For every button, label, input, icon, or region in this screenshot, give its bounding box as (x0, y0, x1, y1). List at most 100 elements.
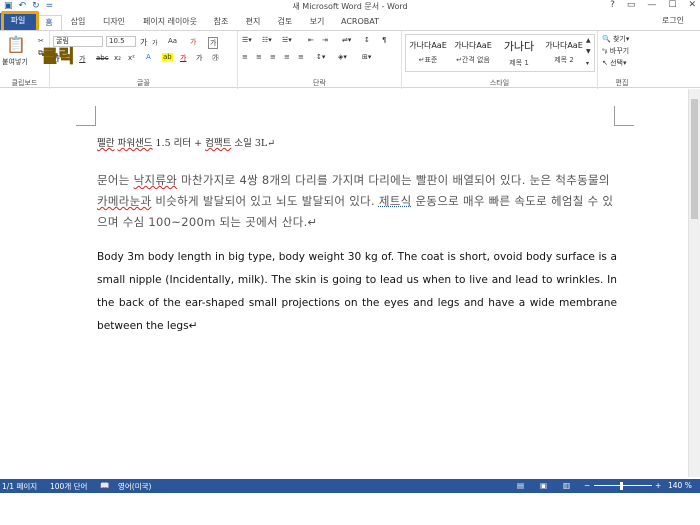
increase-indent-icon[interactable]: ⇥ (322, 36, 328, 44)
style-sample: 가나다 (503, 40, 535, 53)
clipboard-group-label: 클립보드 (11, 79, 38, 87)
paragraph-group-label: 단락 (313, 79, 326, 87)
doc-text: 비슷하게 발달되어 있고 뇌도 발달되어 있다. (151, 194, 379, 208)
asian-layout-icon[interactable]: ⇌▾ (342, 36, 351, 44)
vertical-scrollbar[interactable] (688, 89, 700, 477)
scrollbar-thumb[interactable] (691, 99, 698, 219)
find-button[interactable]: 🔍 찾기▾ (602, 34, 629, 44)
maximize-icon[interactable]: ☐ (668, 0, 676, 10)
style-heading-1[interactable]: 가나다 제목 1 (496, 35, 542, 71)
justify-icon[interactable]: ≡ (284, 53, 290, 61)
borders-icon[interactable]: ⊞▾ (362, 53, 371, 61)
tab-view[interactable]: 보기 (306, 15, 328, 30)
style-name: ↵표준 (418, 56, 438, 64)
word-count[interactable]: 100개 단어 (50, 481, 87, 492)
click-annotation: 클릭 (41, 47, 76, 68)
text-effects-icon[interactable]: A (146, 53, 151, 61)
shrink-font-button[interactable]: 가 (152, 38, 158, 47)
style-normal[interactable]: 가나다AaE ↵표준 (406, 35, 450, 71)
zoom-level[interactable]: 140 % (668, 481, 692, 490)
strikethrough-button[interactable]: abc (96, 54, 109, 62)
style-no-spacing[interactable]: 가나다AaE ↵간격 없음 (450, 35, 496, 71)
show-marks-icon[interactable]: ¶ (382, 36, 386, 44)
close-icon[interactable]: ✕ (688, 0, 696, 10)
tab-design[interactable]: 디자인 (98, 15, 130, 30)
numbering-icon[interactable]: ☷▾ (262, 36, 272, 44)
select-icon: ↖ (602, 59, 608, 67)
font-size-combo[interactable]: 10.5 (106, 36, 136, 47)
enclose-char-icon[interactable]: ㉮ (212, 53, 219, 63)
page-count[interactable]: 1/1 페이지 (2, 481, 37, 492)
tab-acrobat[interactable]: ACROBAT (338, 15, 382, 30)
align-right-icon[interactable]: ≡ (270, 53, 276, 61)
tab-home[interactable]: 홈 (36, 15, 62, 30)
replace-label: 바꾸기 (609, 47, 630, 55)
align-center-icon[interactable]: ≡ (256, 53, 262, 61)
line-spacing-icon[interactable]: ↕▾ (316, 53, 325, 61)
decrease-indent-icon[interactable]: ⇤ (308, 36, 314, 44)
sort-icon[interactable]: ↕ (364, 36, 370, 44)
find-label: 찾기 (612, 35, 626, 43)
multilevel-list-icon[interactable]: ☱▾ (282, 36, 292, 44)
paste-button[interactable]: 붙여넣기 (2, 57, 28, 67)
paragraph-group: ☰▾ ☷▾ ☱▾ ⇤ ⇥ ⇌▾ ↕ ¶ ≡ ≡ ≡ ≡ ≡ ↕▾ ◈▾ ⊞▾ 단… (238, 31, 402, 89)
underline-button[interactable]: 가 (79, 54, 85, 64)
style-sample: 가나다AaE (454, 41, 492, 50)
misspelled-word: 컴팩트 (205, 138, 232, 149)
zoom-in-icon[interactable]: + (655, 481, 661, 490)
grow-font-button[interactable]: 가 (140, 37, 147, 48)
zoom-out-icon[interactable]: − (584, 481, 590, 490)
gallery-down-icon[interactable]: ▼ (586, 48, 591, 55)
minimize-icon[interactable]: — (647, 0, 656, 10)
style-name: 제목 1 (509, 59, 529, 67)
tab-mailings[interactable]: 편지 (242, 15, 264, 30)
font-group-label: 글꼴 (137, 79, 150, 87)
align-left-icon[interactable]: ≡ (242, 53, 248, 61)
style-sample: 가나다AaE (545, 41, 583, 50)
replace-button[interactable]: ᵃᵦ 바꾸기 (602, 46, 629, 56)
proofing-icon[interactable]: 📖 (100, 481, 109, 490)
highlight-color-icon[interactable]: ab (162, 53, 173, 61)
misspelled-word: 파워샌드 (117, 138, 153, 149)
tab-references[interactable]: 참조 (210, 15, 232, 30)
ribbon-display-icon[interactable]: ▭ (627, 0, 636, 10)
font-color-icon[interactable]: 가 (180, 53, 186, 63)
zoom-slider-thumb[interactable] (620, 482, 624, 490)
subscript-button[interactable]: x₂ (114, 54, 121, 62)
superscript-button[interactable]: x² (128, 54, 135, 62)
doc-paragraph-english[interactable]: Body 3m body length in big type, body we… (97, 246, 617, 338)
web-layout-icon[interactable]: ▥ (563, 481, 570, 490)
doc-text: 마찬가지로 4쌍 8개의 다리를 가지며 다리에는 빨판이 배열되어 있다. 눈… (177, 173, 610, 187)
tab-review[interactable]: 검토 (274, 15, 296, 30)
char-border-button[interactable]: 가 (208, 37, 219, 49)
styles-gallery[interactable]: 가나다AaE ↵표준 가나다AaE ↵간격 없음 가나다 제목 1 가나다AaE… (405, 34, 595, 72)
paste-icon[interactable]: 📋 (6, 35, 26, 54)
language-status[interactable]: 영어(미국) (118, 481, 151, 492)
tab-insert[interactable]: 삽입 (66, 15, 90, 30)
window-title: 새 Microsoft Word 문서 - Word (292, 2, 408, 11)
read-mode-icon[interactable]: ▤ (517, 481, 524, 490)
login-link[interactable]: 로그인 (662, 15, 684, 26)
doc-paragraph-korean[interactable]: 문어는 낙지류와 마찬가지로 4쌍 8개의 다리를 가지며 다리에는 빨판이 배… (97, 170, 617, 233)
ribbon: 📋 붙여넣기 ✂ ⧉ 클립보드 굴림 10.5 가 가 Aa 가 가 가 가 가… (0, 30, 700, 89)
change-case-button[interactable]: Aa (168, 37, 177, 45)
clear-format-button[interactable]: 가 (190, 37, 196, 47)
char-shading-icon[interactable]: 가 (196, 53, 202, 63)
distribute-icon[interactable]: ≡ (298, 53, 304, 61)
print-layout-icon[interactable]: ▣ (540, 481, 547, 490)
help-icon[interactable]: ? (610, 0, 615, 10)
bullets-icon[interactable]: ☰▾ (242, 36, 252, 44)
editing-group-label: 편집 (615, 79, 629, 87)
gallery-more-icon[interactable]: ▾ (586, 60, 589, 67)
shading-icon[interactable]: ◈▾ (338, 53, 347, 61)
gallery-up-icon[interactable]: ▲ (586, 37, 591, 44)
replace-icon: ᵃᵦ (602, 47, 608, 55)
style-name: ↵간격 없음 (456, 56, 490, 64)
margin-corner-left (76, 106, 96, 126)
select-button[interactable]: ↖ 선택▾ (602, 58, 627, 68)
style-heading-2[interactable]: 가나다AaE 제목 2 (542, 35, 586, 71)
tab-file[interactable]: 파일 (0, 13, 36, 30)
grammar-flag-word: 제트식 (378, 194, 412, 208)
tab-page-layout[interactable]: 페이지 레이아웃 (138, 15, 202, 30)
doc-line-product[interactable]: 펠란 파워샌드 1.5 리터 + 컴팩트 소일 3L↵ (97, 135, 275, 149)
